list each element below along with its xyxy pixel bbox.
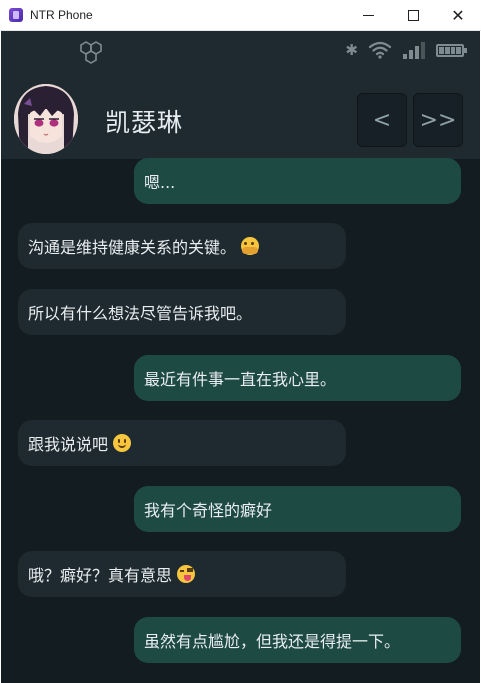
- hugging-face-emoji: [241, 237, 260, 255]
- winking-tongue-emoji: [177, 565, 196, 583]
- window-titlebar: NTR Phone ✕: [0, 0, 481, 31]
- next-button[interactable]: >>: [413, 93, 463, 147]
- wifi-icon: [368, 41, 392, 59]
- message-text: 跟我说说吧: [28, 435, 109, 454]
- maximize-icon: [407, 10, 419, 21]
- contact-name: 凯瑟琳: [105, 108, 184, 137]
- maximize-button[interactable]: [390, 0, 436, 31]
- avatar-portrait: [14, 84, 78, 154]
- minimize-button[interactable]: [345, 0, 391, 31]
- battery-icon: [436, 43, 467, 57]
- status-icons: ✱: [345, 41, 467, 59]
- message-bubble-outgoing: 我有个奇怪的癖好: [134, 486, 461, 532]
- message-text: 嗯...: [144, 173, 176, 192]
- message-bubble-incoming: 哦？癖好？真有意思: [18, 551, 346, 597]
- previous-label: <: [372, 107, 392, 133]
- message-text: 所以有什么想法尽管告诉我吧。: [28, 304, 253, 323]
- previous-button[interactable]: <: [357, 93, 407, 147]
- close-button[interactable]: ✕: [435, 0, 481, 31]
- message-bubble-incoming: 所以有什么想法尽管告诉我吧。: [18, 289, 346, 335]
- message-text: 虽然有点尴尬，但我还是得提一下。: [144, 632, 401, 651]
- message-text: 最近有件事一直在我心里。: [144, 370, 337, 389]
- message-bubble-outgoing: 最近有件事一直在我心里。: [134, 355, 461, 401]
- message-bubble-incoming: 沟通是维持健康关系的关键。: [18, 223, 346, 269]
- app-icon: [9, 8, 23, 22]
- message-bubble-outgoing: 嗯...: [134, 158, 461, 204]
- chat-header: ✱ 凯瑟琳 < >>: [1, 31, 480, 159]
- message-text: 沟通是维持健康关系的关键。: [28, 238, 237, 257]
- signal-icon: [403, 42, 425, 59]
- smiling-face-emoji: [113, 434, 132, 452]
- bluetooth-icon: ✱: [345, 41, 358, 59]
- phone-screen: ✱ 凯瑟琳 < >> 嗯... 沟通是维持健康关系的关键。 所以有什么想法尽管告…: [1, 31, 480, 683]
- close-icon: ✕: [451, 6, 465, 25]
- minimize-icon: [362, 15, 374, 16]
- message-text: 哦？癖好？真有意思: [28, 566, 173, 585]
- message-text: 我有个奇怪的癖好: [144, 501, 273, 520]
- hexagon-cluster-icon: [80, 41, 102, 64]
- next-label: >>: [419, 107, 457, 133]
- window-title: NTR Phone: [30, 8, 93, 22]
- message-bubble-outgoing: 虽然有点尴尬，但我还是得提一下。: [134, 617, 461, 663]
- message-bubble-incoming: 跟我说说吧: [18, 420, 346, 466]
- contact-avatar[interactable]: [14, 84, 78, 154]
